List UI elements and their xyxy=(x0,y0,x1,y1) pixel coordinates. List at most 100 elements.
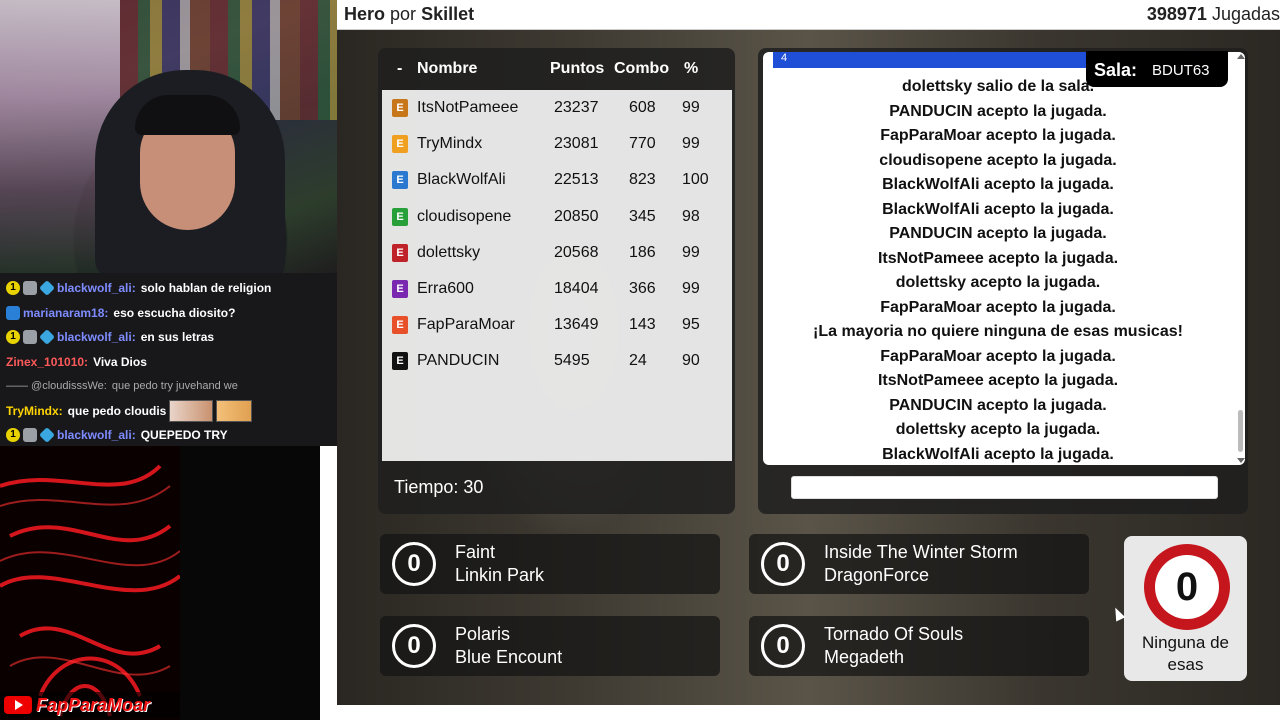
player-combo: 143 xyxy=(629,316,656,334)
chat-badge-icon xyxy=(39,280,55,297)
chat-emote-icon xyxy=(216,399,253,422)
bottom-strip xyxy=(337,705,1280,720)
player-percent: 99 xyxy=(682,243,700,261)
scoreboard-row: E PANDUCIN 5495 24 90 xyxy=(382,343,732,379)
chat-emote-icon xyxy=(169,399,214,422)
player-points: 22513 xyxy=(554,171,599,189)
log-message: PANDUCIN acepto la jugada. xyxy=(889,225,1107,242)
option-artist: Blue Encount xyxy=(455,647,563,667)
youtube-icon xyxy=(4,696,32,714)
song-option-2[interactable]: 0 Inside The Winter Storm DragonForce xyxy=(749,534,1089,594)
round-timer: Tiempo: 30 xyxy=(394,477,484,497)
webcam-streamer-hair xyxy=(135,95,240,135)
chat-username[interactable]: marianaram18: xyxy=(23,301,108,325)
option-artist: Linkin Park xyxy=(455,565,545,585)
player-combo: 608 xyxy=(629,99,656,116)
player-points: 23081 xyxy=(554,135,599,153)
col-name: Nombre xyxy=(417,60,478,77)
chat-badge-icon: 1 xyxy=(6,330,20,345)
player-badge-icon: E xyxy=(392,99,408,117)
chat-username[interactable]: Zinex_101010: xyxy=(6,350,88,374)
player-combo: 823 xyxy=(629,171,656,189)
none-vote-count: 0 xyxy=(1155,555,1219,619)
log-message: cloudisopene acepto la jugada. xyxy=(879,151,1117,169)
scoreboard-row: E ItsNotPameee 23237 608 99 xyxy=(382,90,732,126)
chat-username[interactable]: blackwolf_ali: xyxy=(57,423,136,447)
chat-text: eso escucha diosito? xyxy=(113,305,236,320)
chat-username[interactable]: blackwolf_ali: xyxy=(57,276,136,300)
player-combo: 345 xyxy=(629,207,656,225)
channel-brand: FapParaMoar xyxy=(0,692,180,718)
log-scrollbar[interactable] xyxy=(1236,52,1245,465)
scroll-down-icon[interactable] xyxy=(1237,458,1245,463)
scoreboard-row: E TryMindx 23081 770 99 xyxy=(382,126,732,162)
col-percent: % xyxy=(684,60,699,77)
chat-username[interactable]: TryMindx: xyxy=(6,399,63,423)
scoreboard-row: E BlackWolfAli 22513 823 100 xyxy=(382,162,732,198)
player-percent: 98 xyxy=(682,207,700,225)
webcam-feed xyxy=(0,0,337,273)
player-percent: 100 xyxy=(682,171,709,189)
col-combo: Combo xyxy=(614,60,670,77)
player-combo: 366 xyxy=(629,280,656,297)
option-artist: DragonForce xyxy=(824,565,930,585)
none-label: Ninguna de esas xyxy=(1142,633,1229,674)
player-name: FapParaMoar xyxy=(417,316,515,334)
song-option-1[interactable]: 0 Faint Linkin Park xyxy=(380,534,720,594)
overlay-dark-strip xyxy=(180,446,320,720)
option-title: Inside The Winter Storm xyxy=(824,542,1018,562)
song-header: Hero por Skillet 398971 Jugadas xyxy=(337,0,1280,30)
vote-count: 0 xyxy=(761,624,805,668)
plays-label: Jugadas xyxy=(1211,4,1280,24)
player-badge-icon: E xyxy=(392,316,408,335)
now-playing: Hero por Skillet xyxy=(344,4,474,25)
player-points: 18404 xyxy=(554,280,599,297)
plays-count: 398971 xyxy=(1146,4,1207,24)
chat-text: que pedo try juvehand we xyxy=(111,380,238,393)
log-message: FapParaMoar acepto la jugada. xyxy=(880,127,1116,144)
song-option-4[interactable]: 0 Tornado Of Souls Megadeth xyxy=(749,616,1089,676)
log-message: BlackWolfAli acepto la jugada. xyxy=(882,200,1114,218)
scoreboard-row: Edolettsky 20568 186 99 xyxy=(382,235,732,271)
log-message: FapParaMoar acepto la jugada. xyxy=(880,347,1116,365)
vote-count: 0 xyxy=(761,542,805,586)
chat-badge-icon xyxy=(23,330,37,345)
song-title: Hero xyxy=(344,4,386,24)
by-label: por xyxy=(390,4,417,24)
plays-counter: 398971 Jugadas xyxy=(1147,4,1280,25)
vote-count: 0 xyxy=(392,624,436,668)
song-artist: Skillet xyxy=(421,4,475,24)
player-name: cloudisopene xyxy=(417,207,512,225)
room-chat-input[interactable] xyxy=(791,476,1218,499)
log-message: PANDUCIN acepto la jugada. xyxy=(889,102,1107,120)
option-title: Faint xyxy=(455,542,496,562)
chat-message: —— @cloudisssWe: que pedo try juvehand we xyxy=(6,374,331,399)
chat-message: 1 blackwolf_ali: QUEPEDO TRY xyxy=(6,423,331,448)
channel-brand-text: FapParaMoar xyxy=(36,694,151,715)
player-points: 5495 xyxy=(554,352,590,370)
room-code: BDUT63 xyxy=(1152,62,1210,79)
room-label: Sala: xyxy=(1094,60,1138,80)
log-message: FapParaMoar acepto la jugada. xyxy=(880,298,1116,316)
player-name: dolettsky xyxy=(417,243,481,261)
chat-username[interactable]: blackwolf_ali: xyxy=(57,325,136,349)
chat-text: que pedo cloudis xyxy=(67,403,167,418)
player-points: 13649 xyxy=(554,316,599,334)
option-title: Polaris xyxy=(455,624,511,644)
room-log[interactable]: 4 dolettsky salio de la sala. PANDUCIN ac… xyxy=(763,52,1245,465)
scoreboard-row: Ecloudisopene 20850 345 98 xyxy=(382,199,732,235)
player-badge-icon: E xyxy=(392,280,408,298)
scroll-thumb[interactable] xyxy=(1238,410,1243,452)
chat-badge-icon: 1 xyxy=(6,428,20,443)
song-option-3[interactable]: 0 Polaris Blue Encount xyxy=(380,616,720,676)
player-name: PANDUCIN xyxy=(417,352,500,370)
log-message: BlackWolfAli acepto la jugada. xyxy=(882,176,1114,193)
player-badge-icon: E xyxy=(392,243,408,262)
scroll-up-icon[interactable] xyxy=(1237,54,1245,59)
player-percent: 99 xyxy=(682,280,700,297)
chat-username[interactable]: —— @cloudisssWe: xyxy=(6,374,107,398)
chat-message: 1 blackwolf_ali: en sus letras xyxy=(6,325,331,350)
player-name: ItsNotPameee xyxy=(417,99,519,116)
player-points: 23237 xyxy=(554,99,599,116)
none-of-these-button[interactable]: 0 Ninguna de esas xyxy=(1124,536,1247,681)
